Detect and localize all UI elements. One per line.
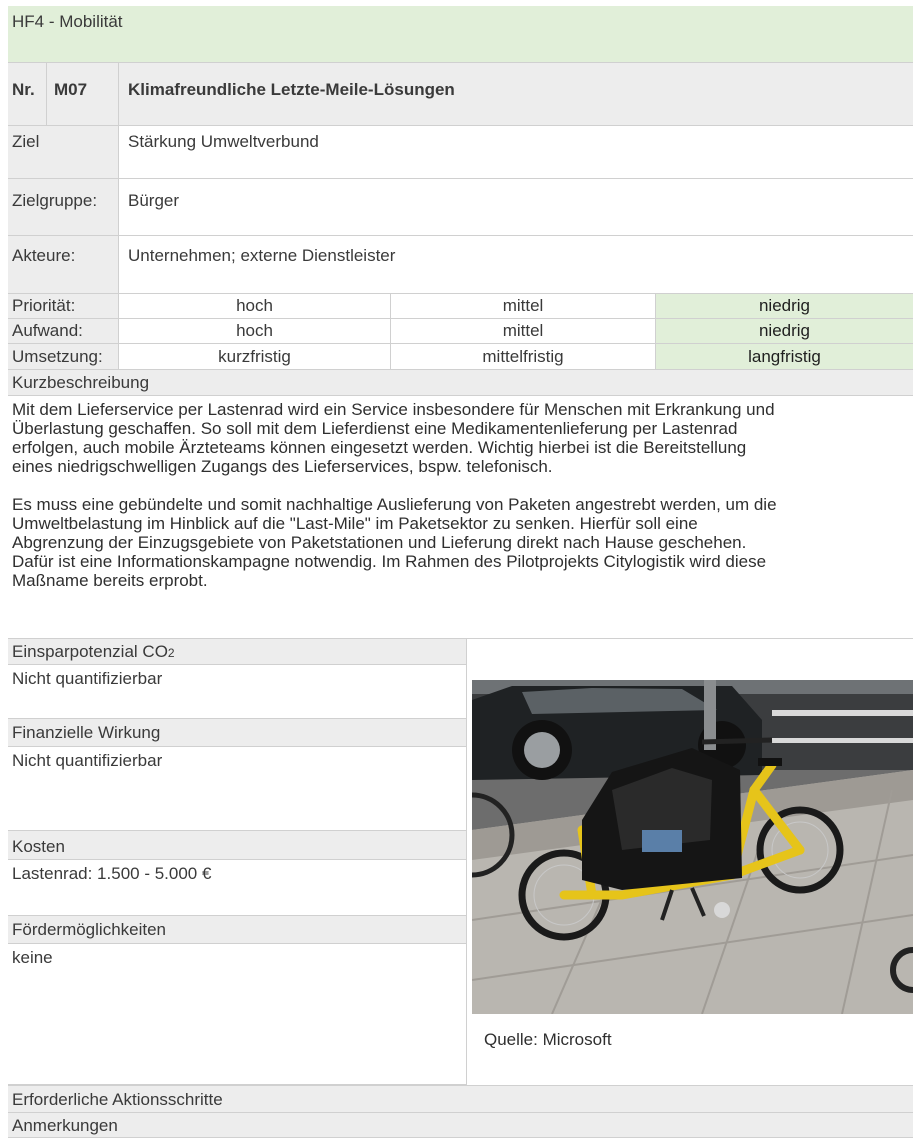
co2-label: Einsparpotenzial CO2 (12, 642, 175, 661)
foerder-label: Fördermöglichkeiten (12, 920, 167, 939)
anmerkungen-header: Anmerkungen (8, 1113, 913, 1138)
header-bar: HF4 - Mobilität (8, 6, 913, 63)
measure-number: M07 (54, 80, 88, 99)
finanz-value: Nicht quantifizierbar (12, 751, 163, 770)
column-divider (466, 638, 467, 1085)
co2-body: Nicht quantifizierbar (8, 665, 466, 719)
kurzbeschreibung-header: Kurzbeschreibung (8, 370, 913, 396)
finanz-body: Nicht quantifizierbar (8, 747, 466, 831)
zielgruppe-value: Bürger (128, 191, 180, 210)
ziel-label: Ziel (12, 132, 40, 151)
aktionsschritte-label: Erforderliche Aktionsschritte (12, 1090, 223, 1109)
rating-option: hoch (236, 296, 273, 315)
kosten-body: Lastenrad: 1.500 - 5.000 € (8, 860, 466, 916)
rating-option: mittel (502, 296, 544, 315)
finanz-header: Finanzielle Wirkung (8, 719, 466, 747)
akteure-value: Unternehmen; externe Dienstleister (128, 246, 396, 265)
akteure-row: Akteure: Unternehmen; externe Dienstleis… (8, 236, 913, 294)
rating-label: Aufwand: (12, 321, 83, 340)
rating-row-umsetzung: Umsetzung: kurzfristig mittelfristig lan… (8, 344, 913, 370)
rating-label: Umsetzung: (12, 347, 103, 366)
cargo-bike-photo (472, 680, 913, 1014)
rating-option: kurzfristig (218, 347, 291, 366)
kurzbeschreibung-body: Mit dem Lieferservice per Lastenrad wird… (8, 396, 913, 638)
rating-row-aufwand: Aufwand: hoch mittel niedrig (8, 319, 913, 344)
kurzbeschreibung-label: Kurzbeschreibung (12, 373, 150, 392)
aktionsschritte-header: Erforderliche Aktionsschritte (8, 1085, 913, 1113)
zielgruppe-label: Zielgruppe: (12, 191, 98, 210)
rating-option: mittel (502, 321, 544, 340)
kosten-header: Kosten (8, 831, 466, 860)
rating-option-selected: langfristig (656, 344, 913, 369)
rating-label: Priorität: (12, 296, 76, 315)
rating-row-prioritaet: Priorität: hoch mittel niedrig (8, 294, 913, 319)
rating-option-selected: niedrig (656, 294, 913, 318)
measure-title: Klimafreundliche Letzte-Meile-Lösungen (128, 80, 455, 99)
section-title: HF4 - Mobilität (12, 12, 123, 31)
foerder-value: keine (12, 948, 53, 967)
image-area-top-line (466, 638, 913, 639)
akteure-label: Akteure: (12, 246, 76, 265)
measure-sheet: HF4 - Mobilität Nr. M07 Klimafreundliche… (8, 6, 913, 1138)
foerder-body: keine (8, 944, 466, 1085)
zielgruppe-row: Zielgruppe: Bürger (8, 179, 913, 236)
kurzbeschreibung-text: Mit dem Lieferservice per Lastenrad wird… (12, 400, 777, 590)
rating-option: mittelfristig (482, 347, 564, 366)
measure-row: Nr. M07 Klimafreundliche Letzte-Meile-Lö… (8, 63, 913, 126)
kosten-label: Kosten (12, 837, 65, 856)
foerder-header: Fördermöglichkeiten (8, 916, 466, 944)
rating-option: hoch (236, 321, 273, 340)
image-caption: Quelle: Microsoft (484, 1030, 612, 1049)
rating-option-selected: niedrig (656, 319, 913, 343)
nr-label: Nr. (12, 80, 35, 99)
kosten-value: Lastenrad: 1.500 - 5.000 € (12, 864, 212, 883)
finanz-label: Finanzielle Wirkung (12, 723, 161, 742)
ziel-row: Ziel Stärkung Umweltverbund (8, 126, 913, 179)
ziel-value: Stärkung Umweltverbund (128, 132, 319, 151)
co2-header: Einsparpotenzial CO2 (8, 638, 466, 665)
co2-value: Nicht quantifizierbar (12, 669, 163, 688)
anmerkungen-label: Anmerkungen (12, 1116, 118, 1135)
